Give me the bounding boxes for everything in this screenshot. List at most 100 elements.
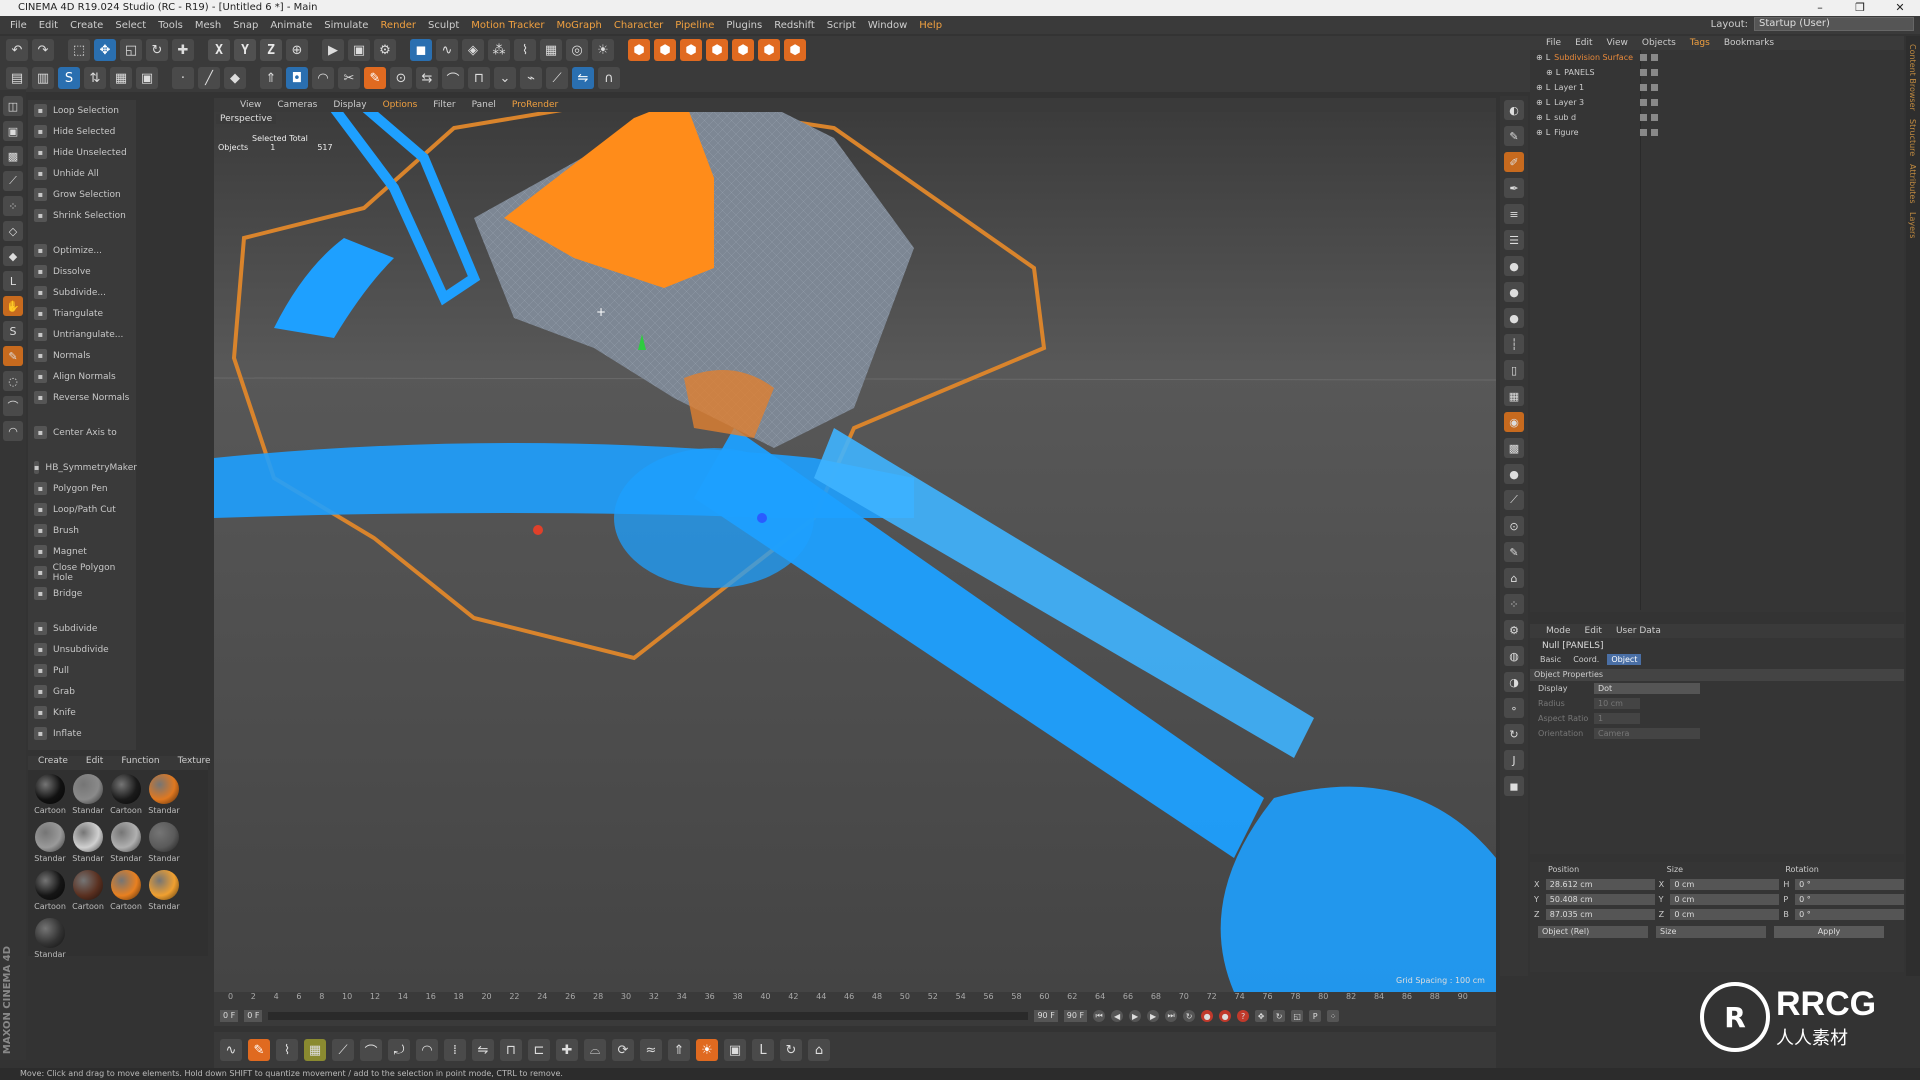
array-icon[interactable]: ⁞: [444, 1039, 466, 1061]
color-spheres-icon[interactable]: ◍: [1504, 646, 1524, 666]
object-row[interactable]: ⊕ L Layer 1: [1530, 80, 1904, 95]
mirror-icon[interactable]: ⇋: [572, 67, 594, 89]
spline-icon[interactable]: ∿: [220, 1039, 242, 1061]
keyframe-selection-icon[interactable]: ?: [1237, 1010, 1250, 1022]
close-button[interactable]: ✕: [1880, 0, 1920, 16]
radius-field[interactable]: 10 cm: [1594, 698, 1640, 709]
rotation-field[interactable]: 0 °: [1795, 879, 1904, 890]
material-swatch[interactable]: Cartoon: [32, 870, 68, 916]
size-field[interactable]: 0 cm: [1670, 879, 1780, 890]
rotation-field[interactable]: 0 °: [1795, 894, 1904, 905]
object-properties-header[interactable]: Object Properties: [1530, 669, 1904, 681]
size-field[interactable]: 0 cm: [1670, 909, 1780, 920]
small-sphere-icon[interactable]: ∘: [1504, 698, 1524, 718]
menu-render[interactable]: Render: [374, 20, 422, 31]
key-scale-icon[interactable]: ◱: [1291, 1010, 1304, 1022]
position-field[interactable]: 87.035 cm: [1545, 909, 1655, 920]
material-swatch[interactable]: Cartoon: [32, 774, 68, 820]
boole-icon[interactable]: ⊓: [500, 1039, 522, 1061]
menu-file[interactable]: File: [4, 20, 33, 31]
material-swatch[interactable]: Standar: [32, 822, 68, 868]
side-tab-content-browser[interactable]: Content Browser: [1908, 44, 1917, 111]
position-field[interactable]: 50.408 cm: [1545, 894, 1655, 905]
menu-sculpt[interactable]: Sculpt: [422, 20, 465, 31]
brush-icon[interactable]: ◌: [3, 371, 23, 391]
object-visibility-toggles[interactable]: [1640, 54, 1658, 61]
command-reverse-normals[interactable]: ▪ Reverse Normals: [28, 387, 136, 408]
command-loop-selection[interactable]: ▪ Loop Selection: [28, 100, 136, 121]
object-visibility-toggles[interactable]: [1640, 129, 1658, 136]
snap-mode-icon[interactable]: S: [3, 321, 23, 341]
viewport-menu-cameras[interactable]: Cameras: [277, 100, 317, 110]
ruler-icon[interactable]: ▯: [1504, 360, 1524, 380]
orientation-dropdown[interactable]: Camera: [1594, 728, 1700, 739]
spheres-icon[interactable]: ⁘: [1504, 594, 1524, 614]
edges-mode-icon[interactable]: ╱: [198, 67, 220, 89]
key-param-icon[interactable]: P: [1309, 1010, 1322, 1022]
redshift-light-icon[interactable]: ⬢: [706, 39, 728, 61]
loop-icon[interactable]: ↻: [1183, 1010, 1196, 1022]
cube-small-icon[interactable]: ◼: [1504, 776, 1524, 796]
layer-stack-icon[interactable]: ☰: [1504, 230, 1524, 250]
command-untriangulate[interactable]: ▪ Untriangulate...: [28, 324, 136, 345]
side-tab-attributes[interactable]: Attributes: [1908, 164, 1917, 204]
redshift-camera-icon[interactable]: ⬢: [732, 39, 754, 61]
magnet-icon[interactable]: ∩: [598, 67, 620, 89]
melt-icon[interactable]: ⌄: [494, 67, 516, 89]
tab-basic[interactable]: Basic: [1536, 654, 1565, 665]
command-inflate[interactable]: ▪ Inflate: [28, 723, 136, 744]
y-axis-lock-button[interactable]: Y: [234, 39, 256, 61]
frame-icon[interactable]: ▣: [724, 1039, 746, 1061]
bridge-icon[interactable]: ⊓: [468, 67, 490, 89]
minimize-button[interactable]: –: [1800, 0, 1840, 16]
polygons-icon[interactable]: ◆: [3, 246, 23, 266]
camera-icon[interactable]: ◎: [566, 39, 588, 61]
connect-object-icon[interactable]: ⊏: [528, 1039, 550, 1061]
command-close-polygon-hole[interactable]: ▪ Close Polygon Hole: [28, 562, 136, 583]
bend-icon[interactable]: ⌒: [360, 1039, 382, 1061]
material-menu-create[interactable]: Create: [38, 756, 68, 770]
coordinate-mode-dropdown[interactable]: Object (Rel): [1538, 926, 1648, 938]
key-position-icon[interactable]: ✥: [1255, 1010, 1268, 1022]
viewport-menu-prorender[interactable]: ProRender: [512, 100, 558, 110]
object-row[interactable]: ⊕ L PANELS: [1530, 65, 1904, 80]
cloner-icon[interactable]: ⁂: [488, 39, 510, 61]
axis-center-icon[interactable]: L: [752, 1039, 774, 1061]
menu-script[interactable]: Script: [821, 20, 862, 31]
slide-icon[interactable]: ⇆: [416, 67, 438, 89]
end-frame-field[interactable]: 90 F: [1034, 1010, 1058, 1022]
move-tool-icon[interactable]: ✥: [94, 39, 116, 61]
z-axis-handle-icon[interactable]: [757, 513, 767, 523]
viewport-3d[interactable]: +: [214, 98, 1496, 992]
pen-icon[interactable]: ✒: [1504, 178, 1524, 198]
material-menu-texture[interactable]: Texture: [178, 756, 211, 770]
key-rotation-icon[interactable]: ↻: [1273, 1010, 1286, 1022]
floor-icon[interactable]: ▦: [540, 39, 562, 61]
deformer-icon[interactable]: ⌇: [514, 39, 536, 61]
frame-range-slider[interactable]: [268, 1012, 1029, 1020]
menu-pipeline[interactable]: Pipeline: [669, 20, 720, 31]
knife-icon[interactable]: ✂: [338, 67, 360, 89]
eyedropper-icon[interactable]: ⟋: [1504, 490, 1524, 510]
redshift-proxy-icon[interactable]: ⬢: [758, 39, 780, 61]
object-row[interactable]: ⊕ L Layer 3: [1530, 95, 1904, 110]
viewport-menu-filter[interactable]: Filter: [433, 100, 455, 110]
subdivision-surface-icon[interactable]: ◈: [462, 39, 484, 61]
model-icon[interactable]: ▣: [3, 121, 23, 141]
menu-simulate[interactable]: Simulate: [318, 20, 374, 31]
bulge-icon[interactable]: ◠: [416, 1039, 438, 1061]
timeline-ruler[interactable]: 0 2 4 6 8 10 12 14 16 18 20 22 24 26 28 30 32 34 36 38 40 42 4…: [228, 992, 1468, 1006]
attribute-menu-mode[interactable]: Mode: [1546, 626, 1571, 636]
material-swatch[interactable]: Standar: [146, 822, 182, 868]
extrude-object-icon[interactable]: ⇑: [668, 1039, 690, 1061]
highlight-tool-icon[interactable]: ▦: [304, 1039, 326, 1061]
object-menu-file[interactable]: File: [1546, 38, 1561, 48]
object-visibility-toggles[interactable]: [1640, 99, 1658, 106]
maximize-button[interactable]: ❐: [1840, 0, 1880, 16]
preview-end-field[interactable]: 90 F: [1063, 1010, 1088, 1022]
material-swatch[interactable]: Standar: [32, 918, 68, 964]
expand-icon[interactable]: ⊕: [1536, 98, 1543, 107]
dissolve-icon[interactable]: ⌁: [520, 67, 542, 89]
hair-icon[interactable]: ⌇: [276, 1039, 298, 1061]
sculpt-icon[interactable]: ✎: [3, 346, 23, 366]
